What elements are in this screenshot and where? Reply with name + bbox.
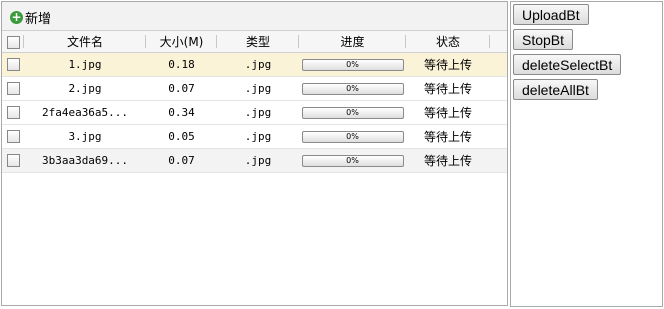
delete-selected-button[interactable]: deleteSelectBt — [513, 54, 622, 75]
progress-cell: 0% — [299, 52, 406, 77]
file-grid-panel: + 新增 文件名 大小(M) 类型 进度 状态 1.jpg 0.18 .jpg — [1, 1, 508, 306]
file-type-cell: .jpg — [217, 76, 299, 101]
upload-button[interactable]: UploadBt — [513, 4, 589, 25]
table-row[interactable]: 3b3aa3da69... 0.07 .jpg 0% 等待上传 — [2, 148, 507, 173]
table-row[interactable]: 1.jpg 0.18 .jpg 0% 等待上传 — [2, 52, 507, 77]
progress-bar: 0% — [301, 59, 404, 71]
add-button-label: 新增 — [25, 12, 52, 27]
column-header-label: 文件名 — [66, 35, 103, 49]
column-header-label: 大小(M) — [159, 35, 204, 49]
progress-cell: 0% — [299, 124, 406, 149]
progress-bar: 0% — [301, 131, 404, 143]
progress-bar: 0% — [301, 107, 404, 119]
file-size-cell: 0.05 — [146, 124, 217, 149]
progress-cell: 0% — [299, 148, 406, 173]
plus-circle-icon: + — [10, 10, 23, 24]
table-row[interactable]: 3.jpg 0.05 .jpg 0% 等待上传 — [2, 124, 507, 149]
progress-bar: 0% — [301, 155, 404, 167]
file-name-cell: 2.jpg — [24, 76, 146, 101]
row-checkbox[interactable] — [6, 82, 20, 96]
action-panel: UploadBt StopBt deleteSelectBt deleteAll… — [510, 1, 663, 307]
row-checkbox[interactable] — [6, 130, 20, 144]
grid-toolbar: + 新增 — [2, 2, 507, 31]
column-header-status[interactable]: 状态 — [406, 31, 490, 53]
file-type-cell: .jpg — [217, 148, 299, 173]
select-all-cell — [2, 31, 24, 53]
status-cell: 等待上传 — [406, 100, 490, 125]
table-header-row: 文件名 大小(M) 类型 进度 状态 — [2, 31, 507, 53]
column-header-type[interactable]: 类型 — [217, 31, 299, 53]
column-header-label: 类型 — [245, 35, 270, 49]
column-header-progress[interactable]: 进度 — [299, 31, 406, 53]
progress-bar: 0% — [301, 83, 404, 95]
column-header-spacer — [490, 31, 507, 53]
status-cell: 等待上传 — [406, 76, 490, 101]
progress-cell: 0% — [299, 76, 406, 101]
row-checkbox[interactable] — [6, 58, 20, 72]
file-name-cell: 2fa4ea36a5... — [24, 100, 146, 125]
file-table: 文件名 大小(M) 类型 进度 状态 1.jpg 0.18 .jpg 0% 等待… — [2, 31, 507, 173]
column-header-size[interactable]: 大小(M) — [146, 31, 217, 53]
table-row[interactable]: 2fa4ea36a5... 0.34 .jpg 0% 等待上传 — [2, 100, 507, 125]
status-cell: 等待上传 — [406, 52, 490, 77]
row-checkbox[interactable] — [6, 106, 20, 120]
file-type-cell: .jpg — [217, 52, 299, 77]
file-type-cell: .jpg — [217, 100, 299, 125]
column-header-filename[interactable]: 文件名 — [24, 31, 146, 53]
file-name-cell: 1.jpg — [24, 52, 146, 77]
progress-cell: 0% — [299, 100, 406, 125]
delete-all-button[interactable]: deleteAllBt — [513, 79, 598, 100]
row-checkbox[interactable] — [6, 154, 20, 168]
status-cell: 等待上传 — [406, 148, 490, 173]
file-size-cell: 0.07 — [146, 76, 217, 101]
file-type-cell: .jpg — [217, 124, 299, 149]
file-size-cell: 0.18 — [146, 52, 217, 77]
table-row[interactable]: 2.jpg 0.07 .jpg 0% 等待上传 — [2, 76, 507, 101]
column-header-label: 进度 — [340, 35, 365, 49]
file-size-cell: 0.34 — [146, 100, 217, 125]
status-cell: 等待上传 — [406, 124, 490, 149]
column-header-label: 状态 — [435, 35, 460, 49]
file-size-cell: 0.07 — [146, 148, 217, 173]
select-all-checkbox[interactable] — [6, 35, 20, 49]
file-name-cell: 3b3aa3da69... — [24, 148, 146, 173]
stop-button[interactable]: StopBt — [513, 29, 574, 50]
file-name-cell: 3.jpg — [24, 124, 146, 149]
add-button[interactable]: + 新增 — [10, 8, 51, 27]
